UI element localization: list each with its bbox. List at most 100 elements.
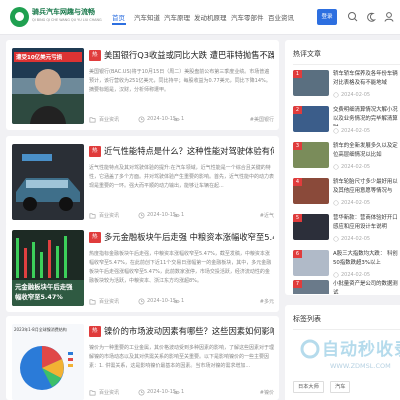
article-thumbnail[interactable]: 2023年1-8月全球镍消费结构	[12, 324, 84, 400]
login-button[interactable]: 登录	[317, 9, 337, 25]
tag-chip[interactable]: 日本大师	[293, 381, 324, 393]
sidebar-article-title[interactable]: A股三大指数均大跌： 科创50指数跌超3%以上	[333, 250, 400, 270]
watermark-text: 自动秒收录	[322, 340, 400, 360]
eye-icon	[173, 213, 180, 218]
sidebar-thumbnail[interactable]: 5	[293, 214, 329, 240]
article-title[interactable]: 镍价的市场波动因素有哪些？这些因素如何影响市场供需?	[104, 325, 274, 337]
site-logo[interactable]: 骑兵汽车网趣与流畅 QI BING QI CHE WANG QU YU LIU …	[10, 5, 102, 31]
rank-badge: 7	[293, 280, 302, 288]
article-tag-link[interactable]: #多元	[260, 298, 274, 305]
sidebar-article-date: 2024-02-05	[341, 200, 371, 206]
folder-icon	[89, 213, 96, 219]
rank-badge: 3	[293, 142, 302, 150]
hot-badge: 热	[89, 146, 101, 157]
sidebar-article[interactable]: 2 交费明细清算情况大解小况以及业务情况的完毕解清算财 2024-02-05	[293, 106, 400, 140]
sidebar-article-title[interactable]: 轿车轿车保养及各年份车辆对比表格及有不能地域	[333, 70, 400, 90]
article-card[interactable]: 元金融板块午后走强 幅收窄至5.47% 热 多元金融板块午后走强 中粮资本涨幅收…	[6, 222, 279, 312]
search-icon[interactable]	[346, 9, 360, 25]
article-tag-link[interactable]: #美国银行	[250, 116, 274, 123]
sidebar-thumbnail[interactable]: 3	[293, 142, 329, 168]
folder-icon	[89, 299, 96, 305]
moon-icon[interactable]	[364, 9, 378, 25]
sidebar-article-title[interactable]: 营华新款：营商体验好开口感应和应用设计车说明	[333, 214, 400, 234]
article-card[interactable]: 2023年1-8月全球镍消费结构 热 镍价的市场波动因素有哪些？这些因素如何影响…	[6, 316, 279, 400]
article-category[interactable]: 百业资讯	[99, 298, 119, 305]
sidebar-article-date: 2024-02-05	[341, 164, 371, 170]
article-category[interactable]: 百业资讯	[99, 389, 119, 396]
clock-icon	[138, 389, 145, 396]
logo-subtitle: QI BING QI CHE WANG QU YU LIU CHANG	[32, 18, 102, 22]
sidebar-thumbnail[interactable]: 6	[293, 250, 329, 276]
article-thumbnail[interactable]	[12, 144, 84, 220]
site-header: 骑兵汽车网趣与流畅 QI BING QI CHE WANG QU YU LIU …	[0, 0, 400, 35]
thumbnail-caption: 元金融板块午后走强 幅收窄至5.47%	[15, 283, 73, 301]
article-card[interactable]: 热 近气性能特点是什么？这种性能对驾驶体验有何提升? 近气性能特点及其对驾驶体验…	[6, 136, 279, 226]
sidebar-article-title[interactable]: 小批量资产是公司的数据测试	[333, 280, 400, 294]
panel-divider	[293, 329, 400, 330]
sidebar-article-title[interactable]: 骄车轮胎尺寸多少最好用以及其他应用意愿等情况与	[333, 178, 400, 198]
sidebar-article[interactable]: 1 轿车轿车保养及各年份车辆对比表格及有不能地域 2024-02-05	[293, 70, 400, 104]
article-category[interactable]: 百业资讯	[99, 116, 119, 123]
article-views: 1	[181, 116, 185, 122]
sidebar-article[interactable]: 3 骄车的全新发展多久以及定位高层细情况以比如 2024-02-05	[293, 142, 400, 176]
sidebar-article[interactable]: 7 小批量资产是公司的数据测试 2024-02-05	[293, 280, 400, 294]
clock-icon	[138, 212, 145, 219]
article-thumbnail[interactable]: 遭受10亿美元亏损	[12, 48, 84, 124]
article-card[interactable]: 遭受10亿美元亏损 热 美国银行Q3收益或同比大跌 遭巴菲特抛售不躁? 美国银行…	[6, 40, 279, 130]
panel-title: 标签列表	[293, 315, 321, 323]
sidebar-article-title[interactable]: 交费明细清算情况大解小况以及业务情况的完毕解清算财	[333, 106, 400, 126]
article-meta: 百业资讯 2024-10-15 1 #多元	[89, 297, 274, 306]
rank-badge: 2	[293, 106, 302, 114]
article-meta: 百业资讯 2024-10-15 1 #近气	[89, 211, 274, 220]
clock-icon	[333, 92, 339, 98]
article-date: 2024-10-15	[147, 389, 177, 395]
clock-icon	[138, 298, 145, 305]
sidebar-article-date: 2024-02-05	[341, 272, 371, 278]
nav-car-principle[interactable]: 汽车原理	[164, 12, 190, 22]
article-date: 2024-10-15	[147, 116, 177, 122]
clock-icon	[333, 236, 339, 242]
article-title[interactable]: 近气性能特点是什么？这种性能对驾驶体验有何提升?	[104, 145, 274, 157]
sidebar-thumbnail[interactable]: 2	[293, 106, 329, 132]
thumbnail-caption: 2023年1-8月全球镍消费结构	[14, 327, 67, 332]
nav-home[interactable]: 首页	[112, 12, 125, 22]
panel-divider	[293, 64, 400, 65]
nav-engine-principle[interactable]: 发动机原理	[194, 12, 227, 22]
sidebar-article[interactable]: 4 骄车轮胎尺寸多少最好用以及其他应用意愿等情况与 2024-02-05	[293, 178, 400, 212]
user-icon[interactable]	[382, 9, 396, 25]
hot-badge: 热	[89, 232, 101, 243]
sidebar-thumbnail[interactable]: 4	[293, 178, 329, 204]
nav-car-knowledge[interactable]: 汽车知道	[134, 12, 160, 22]
sidebar-article[interactable]: 6 A股三大指数均大跌： 科创50指数跌超3%以上 2024-02-05	[293, 250, 400, 284]
sidebar-thumbnail[interactable]: 7	[293, 280, 329, 294]
article-summary: 热度指标金融板块午后走强，中粮资本涨幅收窄至5.47%，截至发稿，中粮资本涨幅收…	[89, 251, 272, 284]
clock-icon	[138, 116, 145, 123]
article-tag-link[interactable]: #镍价	[260, 389, 274, 396]
rank-badge: 6	[293, 250, 302, 258]
folder-icon	[89, 117, 96, 123]
nav-industry-news[interactable]: 百业资讯	[268, 12, 294, 22]
folder-icon	[89, 390, 96, 396]
sidebar-article-title[interactable]: 骄车的全新发展多久以及定位高层细情况以比如	[333, 142, 400, 162]
article-title[interactable]: 美国银行Q3收益或同比大跌 遭巴菲特抛售不躁?	[104, 49, 274, 61]
clock-icon	[333, 200, 339, 206]
eye-icon	[173, 117, 180, 122]
watermark-url: WWW.ZDMSL.COM	[330, 362, 391, 370]
sidebar-article[interactable]: 5 营华新款：营商体验好开口感应和应用设计车说明 2024-02-05	[293, 214, 400, 248]
eye-icon	[173, 299, 180, 304]
article-tag-link[interactable]: #近气	[260, 212, 274, 219]
clock-icon	[333, 272, 339, 278]
nav-car-parts[interactable]: 汽车零部件	[231, 12, 264, 22]
article-title[interactable]: 多元金融板块午后走强 中粮资本涨幅收窄至5.47%	[104, 231, 274, 243]
rank-badge: 1	[293, 70, 302, 78]
article-date: 2024-10-15	[147, 298, 177, 304]
article-category[interactable]: 百业资讯	[99, 212, 119, 219]
tag-chip[interactable]: 汽车	[330, 381, 351, 393]
article-thumbnail[interactable]: 元金融板块午后走强 幅收窄至5.47%	[12, 230, 84, 306]
article-views: 1	[181, 298, 185, 304]
clock-icon	[333, 164, 339, 170]
rank-badge: 5	[293, 214, 302, 222]
article-views: 1	[181, 212, 185, 218]
logo-emblem-icon	[10, 7, 29, 27]
sidebar-thumbnail[interactable]: 1	[293, 70, 329, 96]
